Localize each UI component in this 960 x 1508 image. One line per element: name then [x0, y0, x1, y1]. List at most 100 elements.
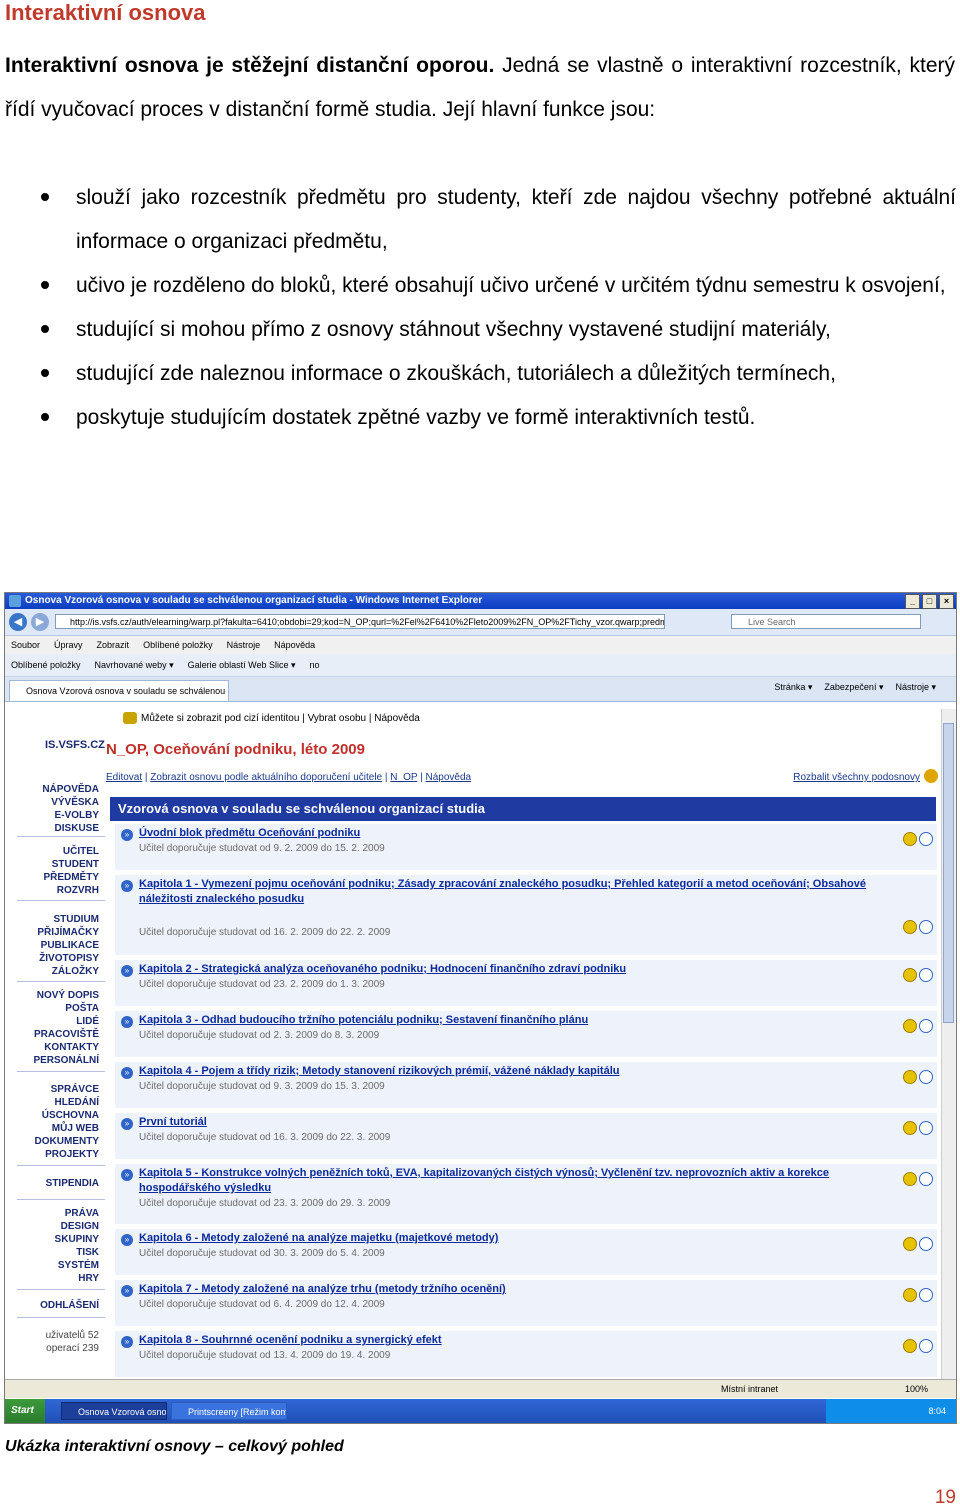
- sidebar-item[interactable]: NÁPOVĚDA: [42, 783, 99, 796]
- is-logo[interactable]: IS.VSFS.CZ: [45, 739, 105, 751]
- sidebar-item[interactable]: ÚSCHOVNA: [35, 1109, 99, 1122]
- clock-icon[interactable]: [919, 1288, 933, 1302]
- sidebar-item[interactable]: ZÁLOŽKY: [37, 965, 99, 978]
- scrollbar-thumb[interactable]: [943, 723, 954, 1023]
- sidebar-item[interactable]: DOKUMENTY: [35, 1135, 99, 1148]
- info-icon[interactable]: [903, 1070, 917, 1084]
- menu-item[interactable]: Zobrazit: [97, 636, 130, 654]
- row-title[interactable]: Kapitola 5 - Konstrukce volných peněžníc…: [139, 1166, 909, 1196]
- maximize-icon[interactable]: □: [922, 594, 937, 609]
- menu-item[interactable]: Soubor: [11, 636, 40, 654]
- osnova-row[interactable]: » Kapitola 6 - Metody založené na analýz…: [115, 1228, 937, 1275]
- sidebar-group[interactable]: STUDIUM PŘIJÍMAČKY PUBLIKACE ŽIVOTOPISY …: [37, 913, 99, 978]
- clock-icon[interactable]: [919, 1237, 933, 1251]
- osnova-row[interactable]: » Kapitola 5 - Konstrukce volných peněžn…: [115, 1163, 937, 1224]
- sidebar-group[interactable]: NÁPOVĚDA VÝVĚSKA E-VOLBY DISKUSE: [42, 783, 99, 835]
- expand-icon[interactable]: »: [121, 1067, 133, 1079]
- show-recommended-link[interactable]: Zobrazit osnovu podle aktuálního doporuč…: [150, 772, 382, 783]
- sidebar-item[interactable]: DESIGN: [55, 1220, 99, 1233]
- sidebar-item[interactable]: DISKUSE: [42, 822, 99, 835]
- sidebar-item[interactable]: PUBLIKACE: [37, 939, 99, 952]
- osnova-row[interactable]: » Kapitola 2 - Strategická analýza oceňo…: [115, 959, 937, 1006]
- info-icon[interactable]: [903, 920, 917, 934]
- sidebar-item[interactable]: E-VOLBY: [42, 809, 99, 822]
- osnova-row[interactable]: » Kapitola 4 - Pojem a třídy rizik; Meto…: [115, 1061, 937, 1108]
- search-input[interactable]: Live Search: [731, 614, 921, 629]
- menu-item[interactable]: Úpravy: [54, 636, 83, 654]
- sidebar-item[interactable]: STIPENDIA: [46, 1177, 99, 1190]
- sidebar-item[interactable]: LIDÉ: [33, 1015, 99, 1028]
- browser-tab[interactable]: Osnova Vzorová osnova v souladu se schvá…: [9, 680, 229, 701]
- sidebar-group[interactable]: NOVÝ DOPIS POŠTA LIDÉ PRACOVIŠTĚ KONTAKT…: [33, 989, 99, 1067]
- info-icon[interactable]: [903, 1019, 917, 1033]
- sidebar-item[interactable]: PRÁVA: [55, 1207, 99, 1220]
- row-title[interactable]: Kapitola 8 - Souhrnné ocenění podniku a …: [139, 1333, 909, 1348]
- sidebar-group[interactable]: STIPENDIA: [46, 1177, 99, 1190]
- clock-icon[interactable]: [919, 920, 933, 934]
- sidebar-item[interactable]: PRACOVIŠTĚ: [33, 1028, 99, 1041]
- info-icon[interactable]: [903, 1172, 917, 1186]
- osnova-row[interactable]: » Kapitola 1 - Vymezení pojmu oceňování …: [115, 874, 937, 955]
- sidebar-item[interactable]: PERSONÁLNÍ: [33, 1054, 99, 1067]
- row-title[interactable]: Kapitola 2 - Strategická analýza oceňova…: [139, 962, 909, 977]
- clock-icon[interactable]: [919, 1121, 933, 1135]
- sidebar-item[interactable]: ROZVRH: [43, 884, 99, 897]
- sidebar-item[interactable]: HLEDÁNÍ: [35, 1096, 99, 1109]
- taskbar-item[interactable]: Printscreeny [Režim kom...: [171, 1402, 287, 1420]
- sidebar-item[interactable]: NOVÝ DOPIS: [33, 989, 99, 1002]
- clock-icon[interactable]: [919, 968, 933, 982]
- menu-item[interactable]: Oblíbené položky: [143, 636, 213, 654]
- row-title[interactable]: Kapitola 1 - Vymezení pojmu oceňování po…: [139, 877, 909, 907]
- expand-icon[interactable]: »: [121, 1169, 133, 1181]
- sidebar-item[interactable]: PROJEKTY: [35, 1148, 99, 1161]
- sidebar-item[interactable]: STUDIUM: [37, 913, 99, 926]
- command-item[interactable]: Nástroje ▾: [895, 682, 936, 693]
- row-title[interactable]: Kapitola 7 - Metody založené na analýze …: [139, 1282, 909, 1297]
- favorites-item[interactable]: no: [310, 654, 320, 676]
- sidebar-group[interactable]: PRÁVA DESIGN SKUPINY TISK SYSTÉM HRY: [55, 1207, 99, 1285]
- taskbar-item[interactable]: Osnova Vzorová osno...: [61, 1402, 167, 1420]
- sidebar-item[interactable]: KONTAKTY: [33, 1041, 99, 1054]
- sidebar-item[interactable]: HRY: [55, 1272, 99, 1285]
- help-link[interactable]: Nápověda: [426, 772, 472, 783]
- sidebar-item[interactable]: POŠTA: [33, 1002, 99, 1015]
- favorites-item[interactable]: Galerie oblastí Web Slice ▾: [188, 654, 296, 676]
- info-icon[interactable]: [903, 832, 917, 846]
- expand-icon[interactable]: »: [121, 1336, 133, 1348]
- zoom-level[interactable]: 100%: [905, 1380, 928, 1398]
- info-icon[interactable]: [903, 1288, 917, 1302]
- expand-icon[interactable]: »: [121, 880, 133, 892]
- row-title[interactable]: Kapitola 4 - Pojem a třídy rizik; Metody…: [139, 1064, 909, 1079]
- sidebar-group[interactable]: ODHLÁŠENÍ: [40, 1299, 99, 1312]
- row-title[interactable]: Úvodní blok předmětu Oceňování podniku: [139, 826, 909, 841]
- expand-icon[interactable]: »: [121, 1016, 133, 1028]
- row-title[interactable]: První tutoriál: [139, 1115, 909, 1130]
- command-item[interactable]: Zabezpečení ▾: [824, 682, 883, 693]
- sidebar-item[interactable]: UČITEL: [43, 845, 99, 858]
- info-icon[interactable]: [903, 1339, 917, 1353]
- clock-icon[interactable]: [919, 1019, 933, 1033]
- expand-icon[interactable]: »: [121, 965, 133, 977]
- expand-icon[interactable]: »: [121, 829, 133, 841]
- menu-item[interactable]: Nápověda: [274, 636, 315, 654]
- osnova-row[interactable]: » První tutoriál Učitel doporučuje studo…: [115, 1112, 937, 1159]
- sidebar-item[interactable]: SKUPINY: [55, 1233, 99, 1246]
- info-icon[interactable]: [903, 1121, 917, 1135]
- favorites-item[interactable]: Oblíbené položky: [11, 654, 81, 676]
- sidebar-item[interactable]: SPRÁVCE: [35, 1083, 99, 1096]
- sidebar-item[interactable]: PŘEDMĚTY: [43, 871, 99, 884]
- row-title[interactable]: Kapitola 3 - Odhad budoucího tržního pot…: [139, 1013, 909, 1028]
- expand-icon[interactable]: [924, 769, 938, 783]
- minimize-icon[interactable]: _: [905, 594, 920, 609]
- identity-text[interactable]: Můžete si zobrazit pod cizí identitou | …: [141, 709, 420, 729]
- vertical-scrollbar[interactable]: [941, 709, 956, 1379]
- expand-icon[interactable]: »: [121, 1118, 133, 1130]
- command-item[interactable]: Stránka ▾: [774, 682, 812, 693]
- sidebar-item[interactable]: VÝVĚSKA: [42, 796, 99, 809]
- expand-all-link[interactable]: Rozbalit všechny podosnovy: [793, 772, 920, 783]
- forward-icon[interactable]: ▶: [31, 613, 49, 631]
- row-title[interactable]: Kapitola 6 - Metody založené na analýze …: [139, 1231, 909, 1246]
- close-icon[interactable]: ×: [939, 594, 954, 609]
- edit-link[interactable]: Editovat: [106, 772, 142, 783]
- sidebar-item[interactable]: ŽIVOTOPISY: [37, 952, 99, 965]
